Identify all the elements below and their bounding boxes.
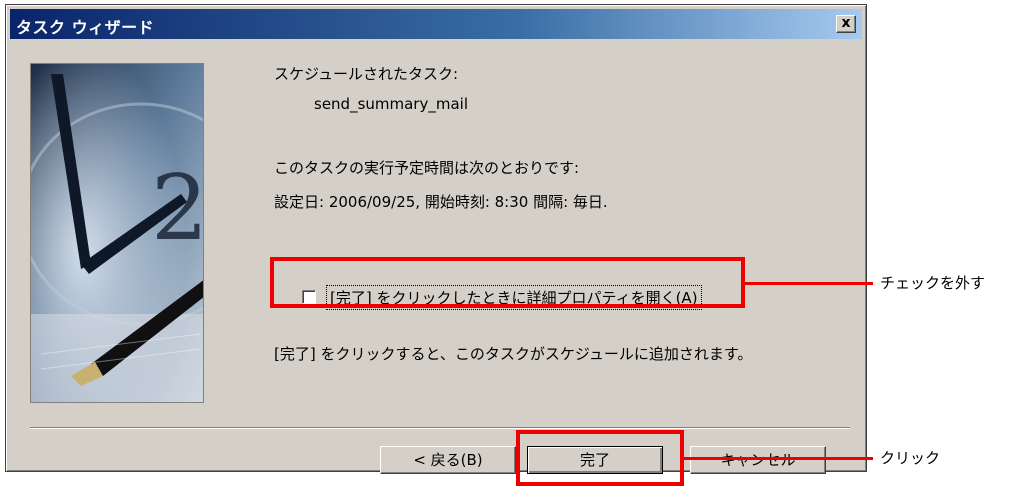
back-button[interactable]: < 戻る(B) [380, 446, 516, 474]
finish-highlight-box [516, 430, 684, 486]
separator [30, 427, 850, 429]
task-name: send_summary_mail [314, 95, 468, 113]
clock-and-pen-illustration: 2 [31, 64, 203, 402]
title-bar[interactable]: タスク ウィザード x [10, 9, 862, 39]
close-button[interactable]: x [836, 15, 856, 33]
click-callout-line [684, 457, 873, 460]
click-annotation: クリック [880, 449, 941, 467]
finish-info-text: [完了] をクリックすると、このタスクがスケジュールに追加されます。 [274, 345, 753, 363]
cancel-button[interactable]: キャンセル [690, 446, 826, 474]
window-title: タスク ウィザード [16, 18, 155, 37]
close-icon: x [841, 15, 851, 31]
uncheck-annotation: チェックを外す [880, 274, 986, 292]
scheduled-task-label: スケジュールされたタスク: [274, 65, 459, 83]
schedule-intro: このタスクの実行予定時間は次のとおりです: [274, 159, 580, 177]
task-wizard-window: タスク ウィザード x 2 [5, 4, 867, 472]
wizard-side-image: 2 [30, 63, 204, 403]
checkbox-highlight-box [270, 257, 745, 308]
uncheck-callout-line [745, 282, 873, 285]
schedule-detail: 設定日: 2006/09/25, 開始時刻: 8:30 間隔: 毎日. [274, 193, 608, 211]
